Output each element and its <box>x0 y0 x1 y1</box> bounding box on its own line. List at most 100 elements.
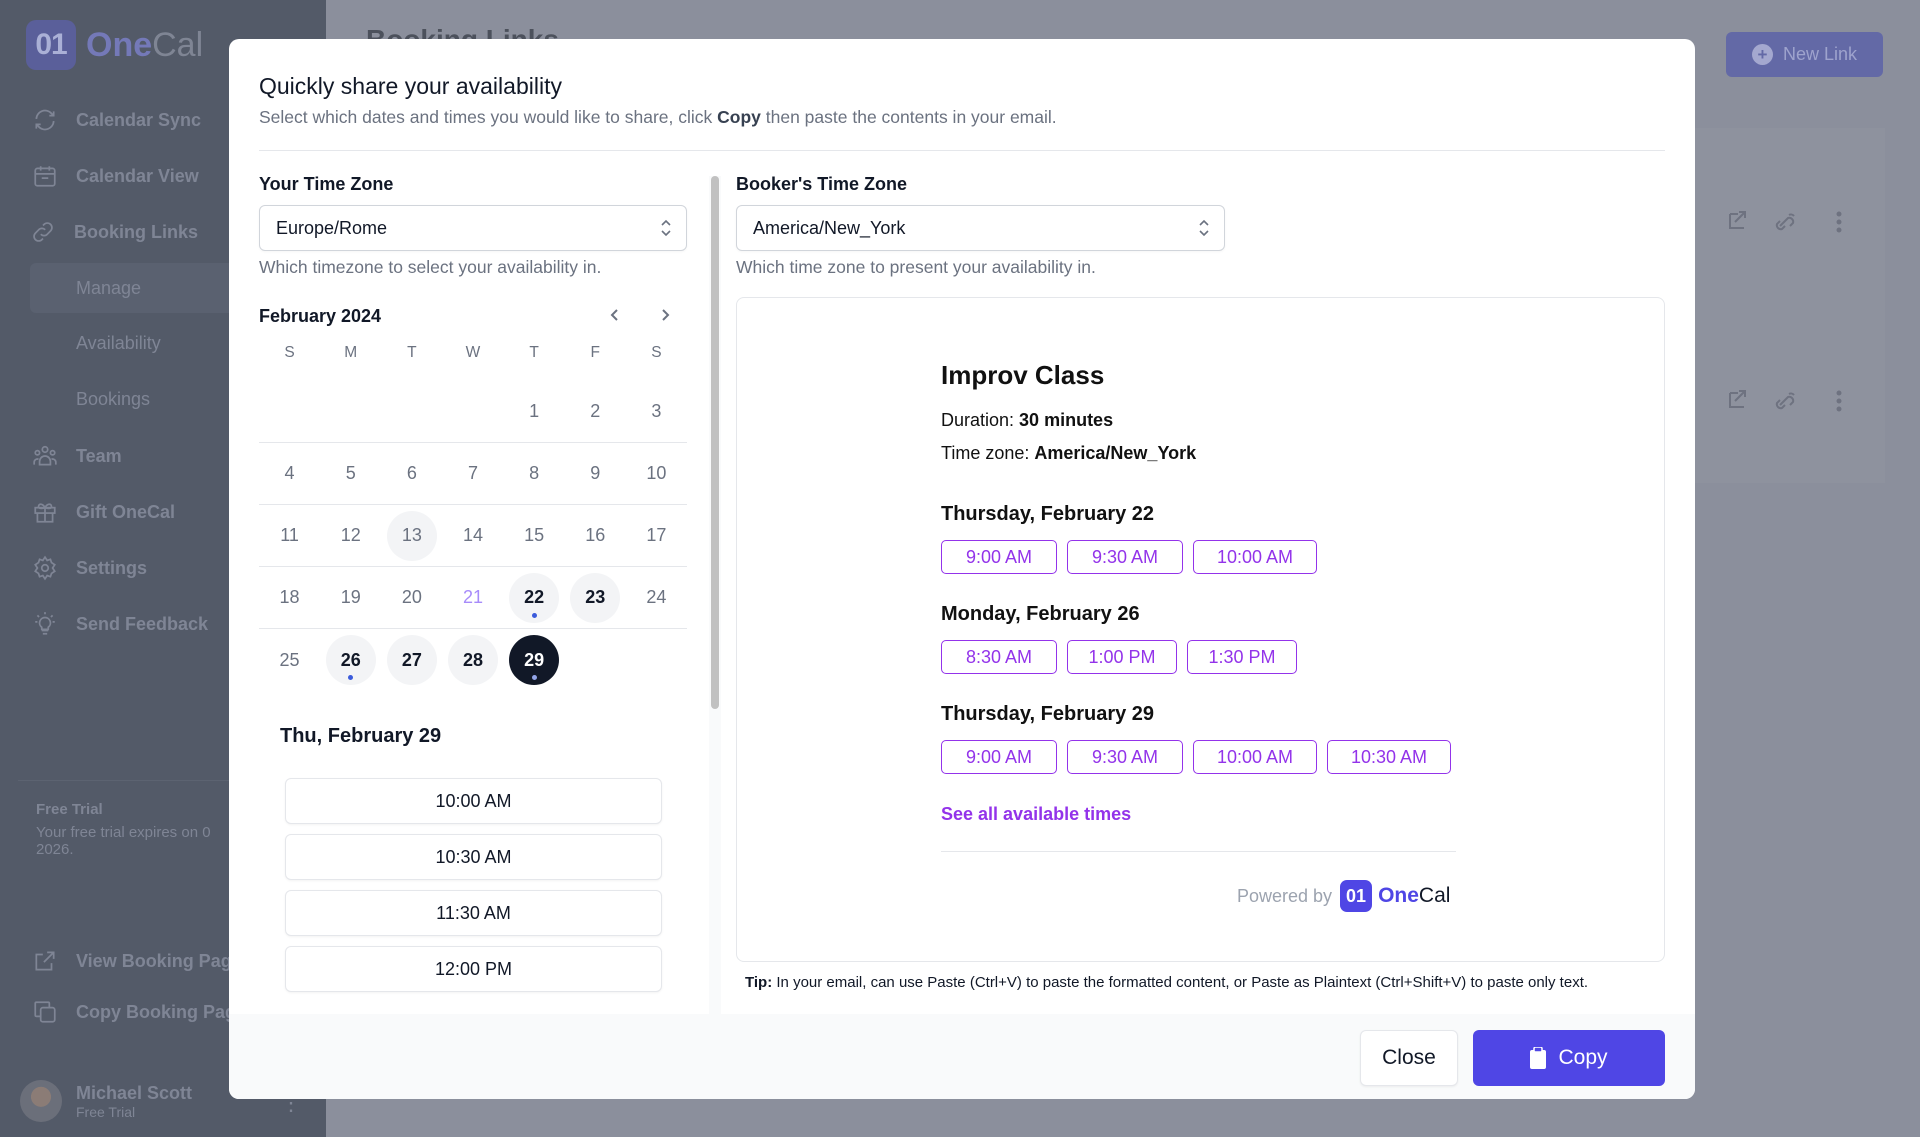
calendar-week-row: 18 19 20 21 22 23 24 <box>259 567 687 629</box>
calendar-day[interactable]: 19 <box>326 573 376 623</box>
calendar-day[interactable]: 21 <box>448 573 498 623</box>
prev-month-button[interactable] <box>603 303 627 327</box>
see-all-times-link[interactable]: See all available times <box>941 804 1131 825</box>
preview-time-slot[interactable]: 9:30 AM <box>1067 740 1183 774</box>
selected-times-dot <box>531 612 537 618</box>
calendar-day[interactable]: 28 <box>447 635 498 685</box>
time-slot-button[interactable]: 12:00 PM <box>285 946 662 992</box>
time-slot-button[interactable]: 10:00 AM <box>285 778 662 824</box>
preview-time-slot[interactable]: 10:00 AM <box>1193 540 1317 574</box>
sidebar-item-view-booking-page[interactable]: View Booking Pag <box>32 948 232 974</box>
tip-label: Tip: <box>745 974 773 991</box>
calendar-day[interactable]: 15 <box>509 511 559 561</box>
calendar-day[interactable]: 23 <box>570 572 621 623</box>
subtitle-text: Select which dates and times you would l… <box>259 107 718 127</box>
preview-time-slot[interactable]: 9:00 AM <box>941 540 1057 574</box>
brand-one: One <box>1378 884 1419 907</box>
chevron-left-icon <box>610 309 618 321</box>
user-profile[interactable]: Michael Scott Free Trial <box>20 1080 192 1122</box>
powered-by-text: Powered by <box>1237 885 1333 906</box>
chevron-up-down-icon <box>1199 219 1209 237</box>
sidebar-subitem-availability[interactable]: Availability <box>76 333 161 354</box>
chevron-right-icon <box>662 309 670 321</box>
weekday-label: T <box>407 344 417 361</box>
sidebar-item-copy-booking-page[interactable]: Copy Booking Pag <box>32 999 236 1025</box>
paste-tip: Tip: In your email, can use Paste (Ctrl+… <box>745 974 1588 991</box>
preview-time-slot[interactable]: 8:30 AM <box>941 640 1057 674</box>
calendar-day[interactable]: 4 <box>265 449 315 499</box>
powered-by: Powered by 01 OneCal <box>1237 880 1450 912</box>
calendar-day[interactable]: 24 <box>631 573 681 623</box>
your-timezone-value: Europe/Rome <box>276 217 388 238</box>
calendar-grid: SMTWTFS 1 2 3 4 5 6 7 8 9 10 11 12 13 14 15 16 17 18 19 20 2… <box>259 343 687 691</box>
logo-text-one: One <box>86 25 153 64</box>
calendar-day[interactable]: 6 <box>387 449 437 499</box>
calendar-day[interactable]: 8 <box>509 449 559 499</box>
calendar-day[interactable]: 3 <box>631 387 681 437</box>
calendar-day[interactable]: 1 <box>509 387 559 437</box>
time-slot-button[interactable]: 10:30 AM <box>285 834 662 880</box>
calendar-day-number: 16 <box>585 525 606 545</box>
calendar-day[interactable]: 14 <box>448 511 498 561</box>
calendar-day[interactable]: 7 <box>448 449 498 499</box>
availability-preview: Improv Class Duration: 30 minutes Time z… <box>736 297 1665 962</box>
copy-label: Copy <box>1558 1046 1608 1069</box>
sidebar-subitem-bookings[interactable]: Bookings <box>76 389 150 410</box>
preview-time-slot[interactable]: 10:30 AM <box>1327 740 1451 774</box>
logo-text: OneCal <box>86 26 203 65</box>
sidebar-item-calendar-sync[interactable]: Calendar Sync <box>32 107 201 133</box>
sidebar-item-settings[interactable]: Settings <box>32 555 147 581</box>
sidebar-item-calendar-view[interactable]: Calendar View <box>32 163 199 189</box>
booker-timezone-select[interactable]: America/New_York <box>736 205 1225 251</box>
time-slot-button[interactable]: 11:30 AM <box>285 890 662 936</box>
calendar-day-number: 13 <box>401 525 422 545</box>
event-title: Improv Class <box>941 360 1105 390</box>
preview-time-slot[interactable]: 1:30 PM <box>1187 640 1297 674</box>
preview-time-slot[interactable]: 10:00 AM <box>1193 740 1317 774</box>
new-link-button[interactable]: + New Link <box>1726 32 1883 77</box>
preview-time-slot[interactable]: 1:00 PM <box>1067 640 1177 674</box>
calendar-day[interactable]: 13 <box>386 510 437 561</box>
calendar-day[interactable]: 29 <box>509 635 560 685</box>
calendar-day[interactable]: 9 <box>570 449 620 499</box>
calendar-day[interactable]: 26 <box>325 635 376 685</box>
next-month-button[interactable] <box>653 303 677 327</box>
calendar-day[interactable]: 2 <box>570 387 620 437</box>
sidebar-item-team[interactable]: Team <box>32 443 122 469</box>
calendar-day[interactable]: 22 <box>509 572 560 623</box>
calendar-day[interactable]: 25 <box>265 635 315 685</box>
calendar-day[interactable]: 11 <box>265 511 315 561</box>
calendar-day-number: 10 <box>646 463 667 483</box>
sidebar-item-label: Calendar Sync <box>76 109 202 130</box>
close-button[interactable]: Close <box>1360 1030 1458 1086</box>
weekday-header-row: SMTWTFS <box>259 343 687 381</box>
preview-day-heading: Thursday, February 22 <box>941 503 1155 525</box>
sidebar-item-booking-links[interactable]: Booking Links <box>30 219 198 245</box>
user-name: Michael Scott <box>76 1082 193 1103</box>
event-duration: Duration: 30 minutes <box>941 410 1113 431</box>
preview-time-slot[interactable]: 9:00 AM <box>941 740 1057 774</box>
calendar-day[interactable]: 17 <box>631 511 681 561</box>
duration-value: 30 minutes <box>1019 410 1114 430</box>
copy-button[interactable]: Copy <box>1473 1030 1665 1086</box>
preview-time-slot[interactable]: 9:30 AM <box>1067 540 1183 574</box>
calendar-day[interactable]: 5 <box>326 449 376 499</box>
external-link-icon <box>32 948 58 974</box>
app-logo[interactable]: 01 OneCal <box>26 20 203 70</box>
calendar-day[interactable]: 27 <box>386 635 437 685</box>
left-panel-scrollbar-thumb[interactable] <box>711 176 719 709</box>
your-timezone-select[interactable]: Europe/Rome <box>259 205 687 251</box>
calendar-day[interactable]: 20 <box>387 573 437 623</box>
calendar-day-number: 1 <box>529 401 540 421</box>
sidebar-item-send-feedback[interactable]: Send Feedback <box>32 611 208 637</box>
sidebar-item-label: Settings <box>76 557 148 578</box>
weekday-label: T <box>529 344 539 361</box>
calendar-day[interactable]: 12 <box>326 511 376 561</box>
calendar-day[interactable]: 16 <box>570 511 620 561</box>
team-icon <box>32 443 58 469</box>
user-plan: Free Trial <box>76 1103 136 1120</box>
calendar-day[interactable]: 10 <box>631 449 681 499</box>
sidebar-item-gift[interactable]: Gift OneCal <box>32 499 175 525</box>
calendar-day[interactable]: 18 <box>265 573 315 623</box>
selected-times-dot <box>348 675 354 680</box>
